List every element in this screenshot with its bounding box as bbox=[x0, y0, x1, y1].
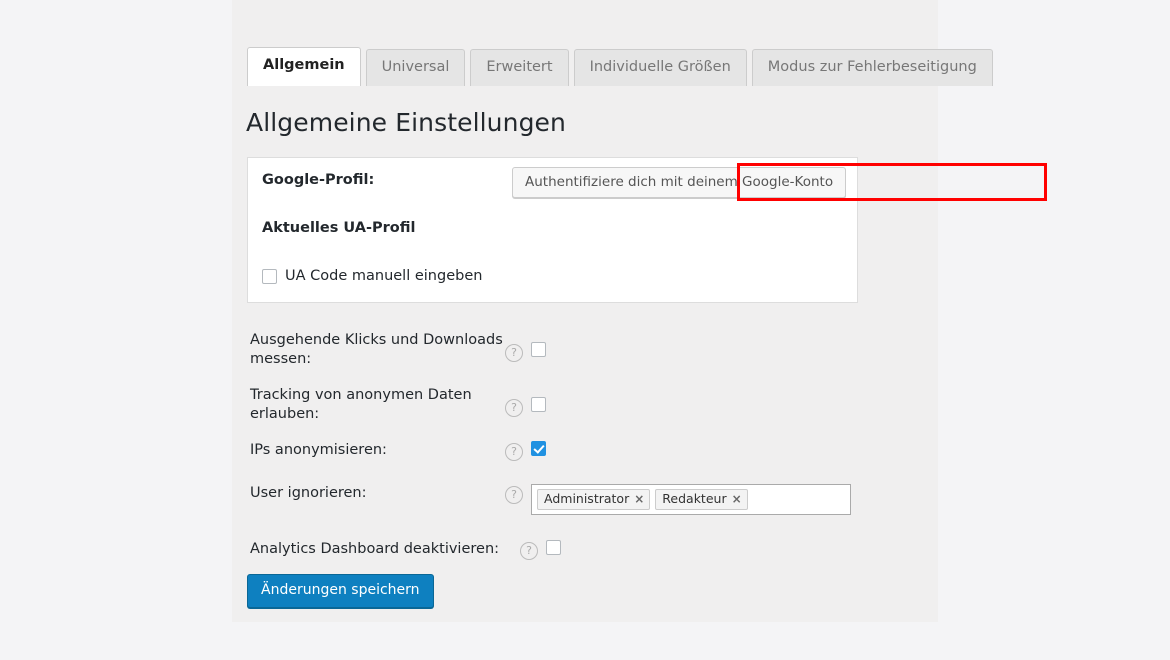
authenticate-google-button[interactable]: Authentifiziere dich mit deinem Google-K… bbox=[512, 167, 846, 198]
tag-label: Redakteur bbox=[662, 492, 726, 506]
help-icon[interactable]: ? bbox=[505, 443, 523, 461]
settings-list: Ausgehende Klicks und Downloads messen: … bbox=[250, 330, 920, 576]
setting-row-ignore-users: User ignorieren: ? Administrator × Redak… bbox=[250, 483, 920, 515]
anonymous-tracking-checkbox[interactable] bbox=[531, 397, 546, 412]
remove-tag-icon[interactable]: × bbox=[732, 492, 742, 506]
help-icon[interactable]: ? bbox=[505, 399, 523, 417]
tab-modus-zur-fehlerbeseitigung[interactable]: Modus zur Fehlerbeseitigung bbox=[752, 49, 993, 86]
google-profile-card: Google-Profil: Authentifiziere dich mit … bbox=[247, 157, 858, 303]
tag-administrator[interactable]: Administrator × bbox=[537, 489, 650, 510]
help-icon[interactable]: ? bbox=[505, 344, 523, 362]
google-profile-label: Google-Profil: bbox=[262, 172, 374, 188]
manual-ua-code-checkbox[interactable] bbox=[262, 269, 277, 284]
help-icon[interactable]: ? bbox=[520, 542, 538, 560]
tab-label: Individuelle Größen bbox=[590, 59, 731, 75]
tab-bar: Allgemein Universal Erweitert Individuel… bbox=[247, 47, 993, 86]
setting-label: Tracking von anonymen Daten erlauben: bbox=[250, 385, 505, 424]
setting-row-anonymous-tracking: Tracking von anonymen Daten erlauben: ? bbox=[250, 385, 920, 424]
save-changes-button[interactable]: Änderungen speichern bbox=[247, 574, 434, 608]
remove-tag-icon[interactable]: × bbox=[634, 492, 644, 506]
setting-row-disable-dashboard: Analytics Dashboard deaktivieren: ? bbox=[250, 539, 920, 560]
manual-ua-code-row[interactable]: UA Code manuell eingeben bbox=[262, 268, 482, 284]
setting-label: User ignorieren: bbox=[250, 483, 505, 503]
ignore-users-input[interactable]: Administrator × Redakteur × bbox=[531, 484, 851, 515]
help-icon[interactable]: ? bbox=[505, 486, 523, 504]
setting-row-outbound-clicks: Ausgehende Klicks und Downloads messen: … bbox=[250, 330, 920, 369]
setting-row-anonymize-ips: IPs anonymisieren: ? bbox=[250, 440, 920, 461]
tab-label: Erweitert bbox=[486, 59, 552, 75]
tag-redakteur[interactable]: Redakteur × bbox=[655, 489, 747, 510]
anonymize-ips-checkbox[interactable] bbox=[531, 441, 546, 456]
tab-label: Modus zur Fehlerbeseitigung bbox=[768, 59, 977, 75]
settings-panel: Allgemein Universal Erweitert Individuel… bbox=[232, 0, 938, 622]
tag-label: Administrator bbox=[544, 492, 629, 506]
outbound-clicks-checkbox[interactable] bbox=[531, 342, 546, 357]
manual-ua-code-label: UA Code manuell eingeben bbox=[285, 268, 482, 284]
tab-individuelle-groessen[interactable]: Individuelle Größen bbox=[574, 49, 747, 86]
disable-dashboard-checkbox[interactable] bbox=[546, 540, 561, 555]
tab-label: Universal bbox=[382, 59, 450, 75]
tab-allgemein[interactable]: Allgemein bbox=[247, 47, 361, 86]
setting-label: Ausgehende Klicks und Downloads messen: bbox=[250, 330, 505, 369]
page-title: Allgemeine Einstellungen bbox=[246, 108, 566, 137]
tab-label: Allgemein bbox=[263, 57, 345, 73]
tab-erweitert[interactable]: Erweitert bbox=[470, 49, 568, 86]
current-ua-profile-label: Aktuelles UA-Profil bbox=[262, 220, 415, 236]
setting-label: IPs anonymisieren: bbox=[250, 440, 505, 460]
setting-label: Analytics Dashboard deaktivieren: bbox=[250, 539, 520, 559]
tab-universal[interactable]: Universal bbox=[366, 49, 466, 86]
